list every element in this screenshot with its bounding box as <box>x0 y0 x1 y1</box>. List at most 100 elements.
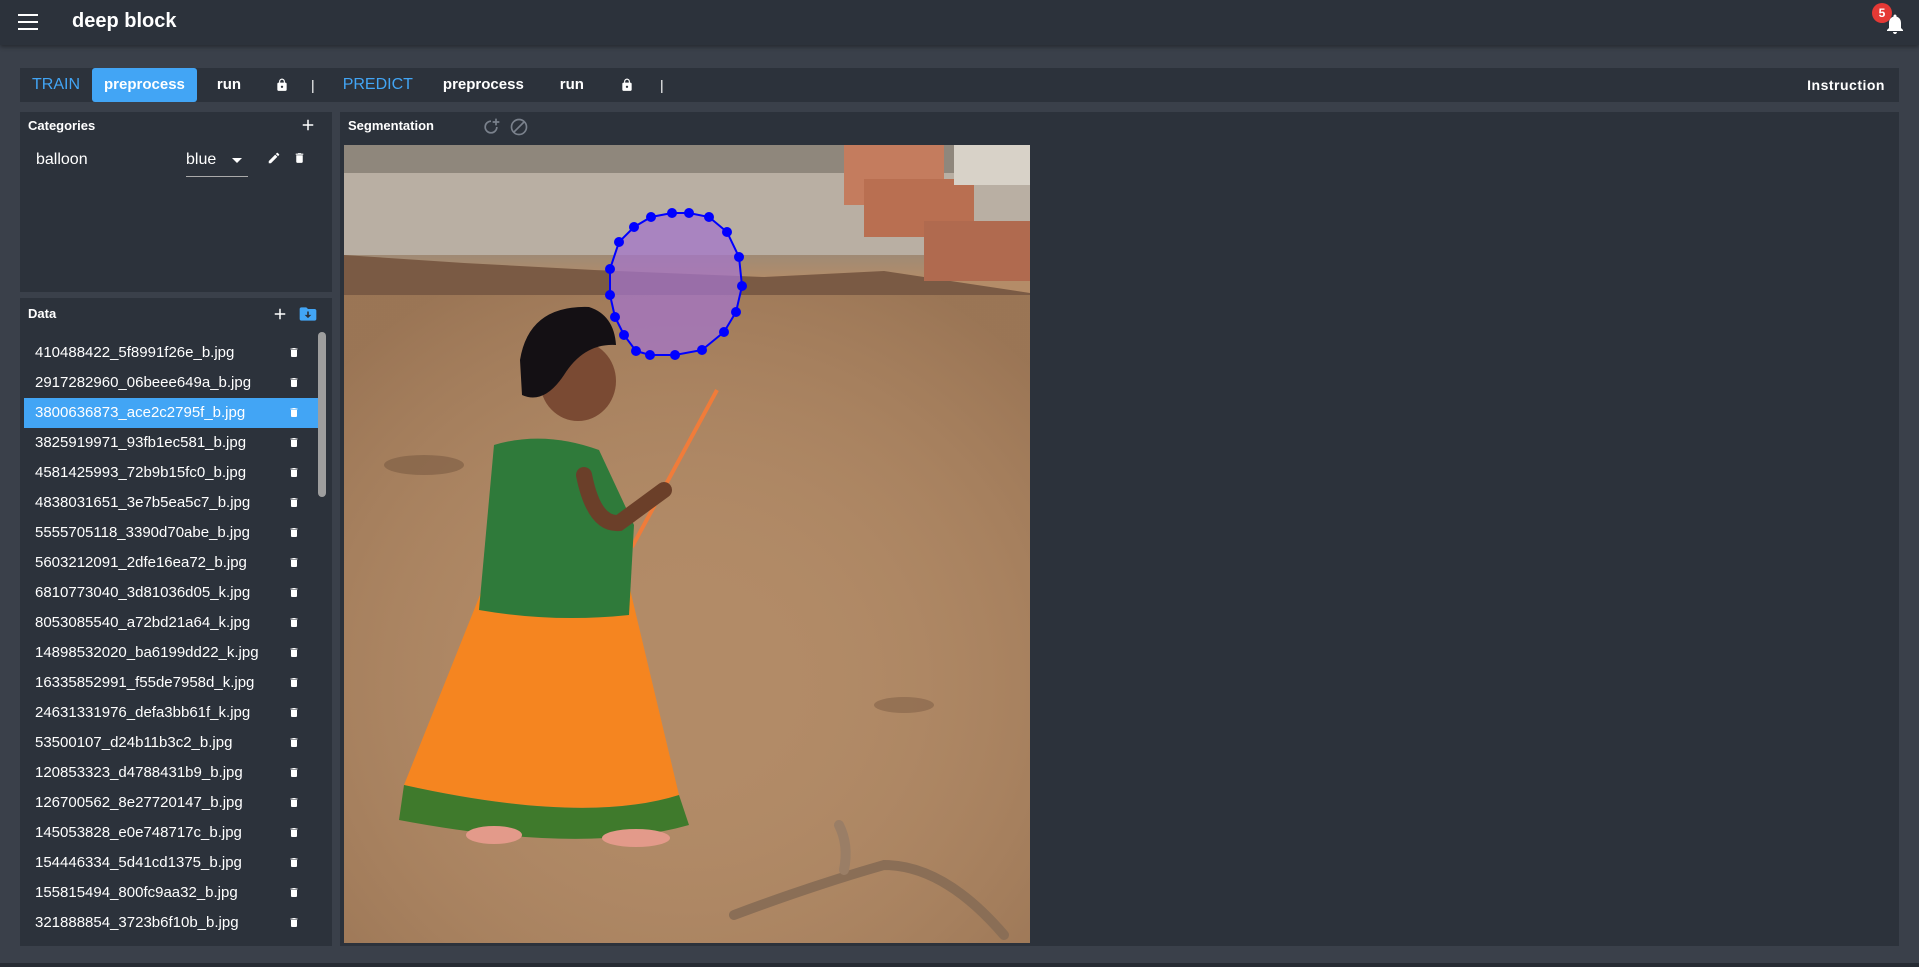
predict-run-button[interactable]: run <box>542 68 602 102</box>
delete-icon[interactable] <box>291 150 307 166</box>
file-list-item[interactable]: 8053085540_a72bd21a64_k.jpg <box>24 608 318 638</box>
file-list-item[interactable]: 14898532020_ba6199dd22_k.jpg <box>24 638 318 668</box>
polygon-vertex[interactable] <box>605 290 615 300</box>
delete-icon[interactable] <box>288 826 302 840</box>
polygon-vertex[interactable] <box>629 222 639 232</box>
file-list-item[interactable]: 3800636873_ace2c2795f_b.jpg <box>24 398 318 428</box>
file-list: 410488422_5f8991f26e_b.jpg 2917282960_06b… <box>24 338 318 938</box>
delete-icon[interactable] <box>288 406 302 420</box>
bottom-border <box>0 963 1919 967</box>
polygon-vertex[interactable] <box>614 237 624 247</box>
polygon-vertex[interactable] <box>704 212 714 222</box>
delete-icon[interactable] <box>288 436 302 450</box>
file-name: 155815494_800fc9aa32_b.jpg <box>35 884 238 901</box>
add-icon[interactable] <box>270 304 290 324</box>
girl-foot <box>466 826 522 844</box>
file-name: 14898532020_ba6199dd22_k.jpg <box>35 644 259 661</box>
delete-icon[interactable] <box>288 376 302 390</box>
polygon-vertex[interactable] <box>610 312 620 322</box>
delete-icon[interactable] <box>288 736 302 750</box>
file-name: 16335852991_f55de7958d_k.jpg <box>35 674 255 691</box>
predict-preprocess-button[interactable]: preprocess <box>425 68 542 102</box>
file-name: 3800636873_ace2c2795f_b.jpg <box>35 404 246 421</box>
ground-shade <box>344 295 1030 943</box>
pipeline-toolbar: TRAIN preprocess run | PREDICT preproces… <box>20 68 1899 102</box>
file-list-item[interactable]: 24631331976_defa3bb61f_k.jpg <box>24 698 318 728</box>
file-list-item[interactable]: 16335852991_f55de7958d_k.jpg <box>24 668 318 698</box>
instruction-button[interactable]: Instruction <box>1807 77 1899 93</box>
polygon-vertex[interactable] <box>737 281 747 291</box>
file-list-item[interactable]: 145053828_e0e748717c_b.jpg <box>24 818 318 848</box>
delete-icon[interactable] <box>288 466 302 480</box>
image-scene <box>344 145 1030 943</box>
delete-icon[interactable] <box>288 766 302 780</box>
delete-icon[interactable] <box>288 526 302 540</box>
delete-icon[interactable] <box>288 586 302 600</box>
polygon-vertex[interactable] <box>697 345 707 355</box>
delete-icon[interactable] <box>288 706 302 720</box>
file-name: 2917282960_06beee649a_b.jpg <box>35 374 252 391</box>
file-list-item[interactable]: 2917282960_06beee649a_b.jpg <box>24 368 318 398</box>
file-list-item[interactable]: 410488422_5f8991f26e_b.jpg <box>24 338 318 368</box>
file-list-item[interactable]: 321888854_3723b6f10b_b.jpg <box>24 908 318 938</box>
polygon-vertex[interactable] <box>722 227 732 237</box>
polygon-vertex[interactable] <box>645 350 655 360</box>
file-name: 4838031651_3e7b5ea5c7_b.jpg <box>35 494 251 511</box>
girl-foot <box>602 829 670 847</box>
toolbar-separator: | <box>659 77 664 93</box>
polygon-vertex[interactable] <box>605 264 615 274</box>
edit-icon[interactable] <box>266 150 282 166</box>
polygon-vertex[interactable] <box>619 330 629 340</box>
segmentation-panel: Segmentation <box>340 112 1899 946</box>
polygon-vertex[interactable] <box>631 346 641 356</box>
file-list-item[interactable]: 53500107_d24b11b3c2_b.jpg <box>24 728 318 758</box>
file-list-item[interactable]: 5603212091_2dfe16ea72_b.jpg <box>24 548 318 578</box>
delete-icon[interactable] <box>288 796 302 810</box>
file-list-item[interactable]: 5555705118_3390d70abe_b.jpg <box>24 518 318 548</box>
delete-icon[interactable] <box>288 646 302 660</box>
file-list-item[interactable]: 4581425993_72b9b15fc0_b.jpg <box>24 458 318 488</box>
file-list-item[interactable]: 4838031651_3e7b5ea5c7_b.jpg <box>24 488 318 518</box>
lock-icon[interactable] <box>261 68 303 102</box>
menu-icon[interactable] <box>18 14 38 30</box>
delete-icon[interactable] <box>288 616 302 630</box>
file-list-item[interactable]: 155815494_800fc9aa32_b.jpg <box>24 878 318 908</box>
add-icon[interactable] <box>298 115 318 135</box>
auto-segment-icon[interactable] <box>480 116 502 138</box>
file-name: 321888854_3723b6f10b_b.jpg <box>35 914 239 931</box>
segmentation-title: Segmentation <box>348 118 434 133</box>
step <box>924 221 1030 281</box>
scrollbar-thumb[interactable] <box>318 332 326 497</box>
delete-icon[interactable] <box>288 676 302 690</box>
file-name: 154446334_5d41cd1375_b.jpg <box>35 854 242 871</box>
delete-icon[interactable] <box>288 886 302 900</box>
file-name: 6810773040_3d81036d05_k.jpg <box>35 584 251 601</box>
lock-icon[interactable] <box>602 68 652 102</box>
polygon-vertex[interactable] <box>667 208 677 218</box>
file-list-item[interactable]: 126700562_8e27720147_b.jpg <box>24 788 318 818</box>
categories-title: Categories <box>28 118 96 133</box>
file-list-item[interactable]: 3825919971_93fb1ec581_b.jpg <box>24 428 318 458</box>
category-name: balloon <box>36 151 88 168</box>
train-preprocess-button[interactable]: preprocess <box>92 68 197 102</box>
file-list-item[interactable]: 6810773040_3d81036d05_k.jpg <box>24 578 318 608</box>
file-list-item[interactable]: 154446334_5d41cd1375_b.jpg <box>24 848 318 878</box>
delete-icon[interactable] <box>288 496 302 510</box>
polygon-vertex[interactable] <box>670 350 680 360</box>
polygon-vertex[interactable] <box>684 208 694 218</box>
polygon-vertex[interactable] <box>646 212 656 222</box>
block-icon[interactable] <box>508 116 530 138</box>
delete-icon[interactable] <box>288 556 302 570</box>
folder-download-icon[interactable] <box>296 303 320 325</box>
delete-icon[interactable] <box>288 856 302 870</box>
delete-icon[interactable] <box>288 346 302 360</box>
segmentation-canvas[interactable] <box>344 145 1030 943</box>
scrollbar[interactable] <box>318 332 326 942</box>
train-run-button[interactable]: run <box>197 68 261 102</box>
polygon-vertex[interactable] <box>719 327 729 337</box>
category-color-select[interactable]: blue <box>186 146 248 177</box>
polygon-vertex[interactable] <box>734 252 744 262</box>
delete-icon[interactable] <box>288 916 302 930</box>
file-list-item[interactable]: 120853323_d4788431b9_b.jpg <box>24 758 318 788</box>
polygon-vertex[interactable] <box>731 307 741 317</box>
